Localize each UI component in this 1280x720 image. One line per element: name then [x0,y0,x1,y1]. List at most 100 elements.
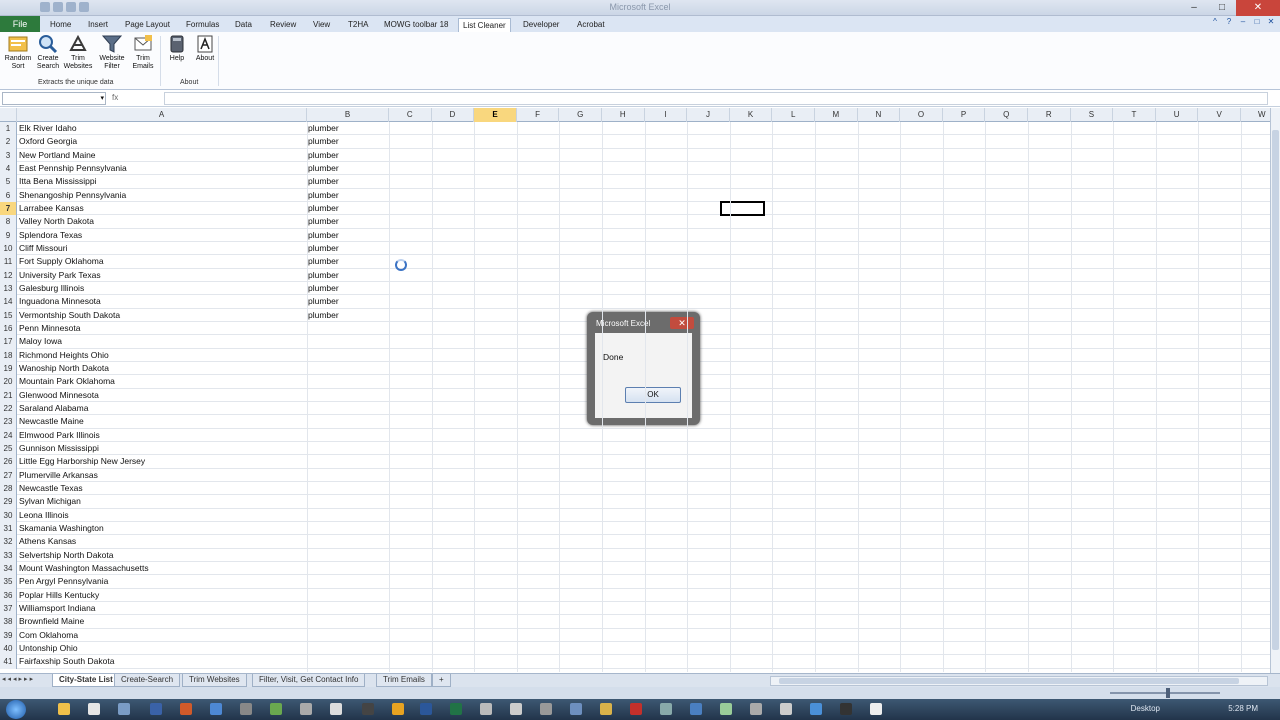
app-icon[interactable] [810,703,822,715]
cell-b[interactable]: plumber [308,202,339,215]
file-tab[interactable]: File [0,16,40,32]
cell-b[interactable]: plumber [308,189,339,202]
cell-b[interactable]: plumber [308,149,339,162]
table-row[interactable]: 10 Cliff Missouri plumber [0,241,1270,256]
row-header[interactable]: 26 [0,455,17,469]
website-filter-button[interactable]: Website Filter [97,34,127,71]
cell-a[interactable]: Wanoship North Dakota [19,362,109,375]
column-header-n[interactable]: N [858,108,901,122]
cell-a[interactable]: Plumerville Arkansas [19,469,98,482]
word-icon[interactable] [420,703,432,715]
cell-b[interactable]: plumber [308,215,339,228]
insert-sheet-icon[interactable]: + [432,674,451,687]
tab-list-cleaner[interactable]: List Cleaner [458,18,511,32]
app-icon[interactable] [840,703,852,715]
row-header[interactable]: 3 [0,148,17,162]
scroll-thumb[interactable] [1272,130,1279,650]
close-button[interactable]: ✕ [1236,0,1280,16]
cell-a[interactable]: Mount Washington Massachusetts [19,562,149,575]
dialog-close-button[interactable]: ✕ [670,317,694,329]
cell-a[interactable]: Gunnison Mississippi [19,442,99,455]
cell-b[interactable]: plumber [308,309,339,322]
cell-a[interactable]: Vermontship South Dakota [19,309,120,322]
table-row[interactable]: 14 Inguadona Minnesota plumber [0,295,1270,309]
cell-a[interactable]: Leona Illinois [19,509,69,522]
desktop-toolbar-label[interactable]: Desktop [1131,704,1160,713]
row-header[interactable]: 40 [0,641,17,656]
row-header[interactable]: 4 [0,161,17,176]
table-row[interactable]: 2 Oxford Georgia plumber [0,135,1270,149]
table-row[interactable]: 33 Selvertship North Dakota [0,548,1270,562]
row-header[interactable]: 5 [0,175,17,189]
scroll-thumb[interactable] [779,678,1239,684]
cell-a[interactable]: Richmond Heights Ohio [19,349,109,362]
cell-a[interactable]: Inguadona Minnesota [19,295,101,308]
cell-a[interactable]: Newcastle Maine [19,415,84,428]
help-button[interactable]: Help [162,34,192,63]
row-header[interactable]: 32 [0,535,17,549]
cell-a[interactable]: Fort Supply Oklahoma [19,255,104,268]
tab-developer[interactable]: Developer [519,18,563,32]
app-icon[interactable] [362,703,374,715]
cell-a[interactable]: Oxford Georgia [19,135,77,148]
table-row[interactable]: 28 Newcastle Texas [0,481,1270,496]
cell-a[interactable]: Fairfaxship South Dakota [19,655,114,668]
column-header-l[interactable]: L [772,108,815,122]
row-header[interactable]: 9 [0,228,17,242]
cell-a[interactable]: Newcastle Texas [19,482,83,495]
column-header-d[interactable]: D [432,108,475,122]
table-row[interactable]: 35 Pen Argyl Pennsylvania [0,575,1270,589]
app-icon[interactable] [180,703,192,715]
row-header[interactable]: 15 [0,308,17,322]
column-header-h[interactable]: H [602,108,645,122]
app-icon[interactable] [392,703,404,715]
row-header[interactable]: 41 [0,655,17,669]
app-icon[interactable] [210,703,222,715]
zoom-slider-knob[interactable] [1166,688,1170,698]
row-header[interactable]: 10 [0,241,17,256]
cell-a[interactable]: Sylvan Michigan [19,495,81,508]
row-header[interactable]: 36 [0,588,17,602]
cell-a[interactable]: East Pennship Pennsylvania [19,162,127,175]
cell-b[interactable]: plumber [308,122,339,135]
row-header[interactable]: 18 [0,348,17,362]
chevron-down-icon[interactable]: ▾ [100,94,104,102]
column-header-p[interactable]: P [943,108,986,122]
table-row[interactable]: 29 Sylvan Michigan [0,495,1270,509]
column-header-q[interactable]: Q [985,108,1028,122]
dialog-title-bar[interactable]: Microsoft Excel ✕ [593,317,694,331]
cell-a[interactable]: Brownfield Maine [19,615,84,628]
tab-home[interactable]: Home [46,18,75,32]
app-icon[interactable] [660,703,672,715]
column-header-r[interactable]: R [1028,108,1071,122]
table-row[interactable]: 39 Com Oklahoma [0,628,1270,642]
sheet-nav-arrows[interactable]: ◂◂◂▸▸▸ [2,675,35,683]
cell-b[interactable]: plumber [308,295,339,308]
row-header[interactable]: 23 [0,415,17,429]
column-header-j[interactable]: J [687,108,730,122]
app-icon[interactable] [870,703,882,715]
tab-review[interactable]: Review [266,18,300,32]
cell-a[interactable]: Itta Bena Mississippi [19,175,96,188]
sheet-tab-filter-visit[interactable]: Filter, Visit, Get Contact Info [252,674,366,687]
row-header[interactable]: 16 [0,321,17,336]
cell-a[interactable]: Galesburg Illinois [19,282,84,295]
cell-a[interactable]: Valley North Dakota [19,215,94,228]
tab-view[interactable]: View [309,18,334,32]
help-icon[interactable]: ? [1224,17,1234,27]
row-header[interactable]: 14 [0,295,17,309]
app-icon[interactable] [570,703,582,715]
app-icon[interactable] [300,703,312,715]
column-header-t[interactable]: T [1113,108,1156,122]
cell-a[interactable]: Cliff Missouri [19,242,68,255]
formula-input[interactable] [164,92,1268,105]
table-row[interactable]: 40 Untonship Ohio [0,641,1270,656]
cell-a[interactable]: Skamania Washington [19,522,104,535]
row-header[interactable]: 27 [0,468,17,482]
table-row[interactable]: 38 Brownfield Maine [0,615,1270,629]
table-row[interactable]: 25 Gunnison Mississippi [0,441,1270,456]
row-header[interactable]: 25 [0,441,17,456]
row-header[interactable]: 1 [0,122,17,136]
column-header-m[interactable]: M [815,108,858,122]
cell-a[interactable]: Little Egg Harborship New Jersey [19,455,145,468]
